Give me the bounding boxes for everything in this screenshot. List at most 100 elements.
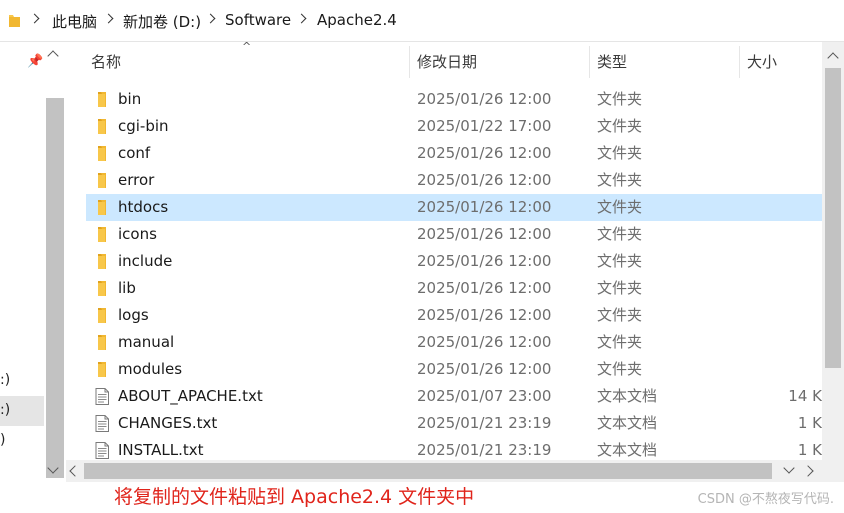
file-row[interactable]: modules 2025/01/26 12:00 文件夹 xyxy=(86,356,822,383)
file-date: 2025/01/07 23:00 xyxy=(417,387,552,405)
file-name: manual xyxy=(118,333,175,351)
navigation-pane[interactable]: 📌 :) :) ) xyxy=(0,42,66,482)
chevron-right-icon[interactable] xyxy=(103,13,114,24)
file-size xyxy=(747,113,822,140)
file-name: INSTALL.txt xyxy=(118,441,204,459)
file-date: 2025/01/26 12:00 xyxy=(417,225,552,243)
folder-icon xyxy=(94,307,110,324)
file-name: conf xyxy=(118,144,151,162)
nav-item-drive-other[interactable]: ) xyxy=(0,432,5,448)
horizontal-scrollbar[interactable] xyxy=(66,460,844,482)
file-name: include xyxy=(118,252,173,270)
file-size: 1 K xyxy=(797,414,822,432)
breadcrumb-this-pc[interactable]: 此电脑 xyxy=(52,11,97,32)
file-size xyxy=(747,302,822,329)
column-size[interactable]: 大小 xyxy=(747,42,777,82)
breadcrumb-software[interactable]: Software xyxy=(225,11,291,29)
file-type: 文件夹 xyxy=(597,117,643,135)
folder-icon xyxy=(94,334,110,351)
file-row[interactable]: htdocs 2025/01/26 12:00 文件夹 xyxy=(86,194,822,221)
file-size xyxy=(747,221,822,248)
address-bar[interactable]: 此电脑 新加卷 (D:) Software Apache2.4 xyxy=(0,0,844,42)
file-type: 文本文档 xyxy=(597,441,658,459)
folder-icon xyxy=(94,253,110,270)
vertical-scrollbar-thumb[interactable] xyxy=(825,68,841,368)
file-date: 2025/01/26 12:00 xyxy=(417,90,552,108)
file-size xyxy=(747,194,822,221)
file-row[interactable]: logs 2025/01/26 12:00 文件夹 xyxy=(86,302,822,329)
file-size xyxy=(747,248,822,275)
sort-ascending-icon: ^ xyxy=(242,40,252,53)
file-name: error xyxy=(118,171,155,189)
pin-icon[interactable]: 📌 xyxy=(27,54,43,69)
file-row[interactable]: conf 2025/01/26 12:00 文件夹 xyxy=(86,140,822,167)
nav-scrollbar-thumb[interactable] xyxy=(46,98,64,478)
breadcrumb-drive[interactable]: 新加卷 (D:) xyxy=(123,11,201,32)
vertical-scrollbar[interactable] xyxy=(822,42,844,460)
file-row[interactable]: manual 2025/01/26 12:00 文件夹 xyxy=(86,329,822,356)
file-name: logs xyxy=(118,306,149,324)
file-size xyxy=(747,167,822,194)
file-name: icons xyxy=(118,225,157,243)
file-type: 文件夹 xyxy=(597,252,643,270)
watermark: CSDN @不熬夜写代码. xyxy=(697,492,834,507)
file-size: 14 K xyxy=(788,387,822,405)
file-size xyxy=(747,275,822,302)
scroll-up-icon[interactable] xyxy=(47,50,59,62)
column-divider[interactable] xyxy=(589,46,590,78)
file-type: 文本文档 xyxy=(597,414,658,432)
file-row[interactable]: ABOUT_APACHE.txt 2025/01/07 23:00 文本文档 14 K xyxy=(86,383,822,410)
file-row[interactable]: include 2025/01/26 12:00 文件夹 xyxy=(86,248,822,275)
file-row[interactable]: INSTALL.txt 2025/01/21 23:19 文本文档 1 K xyxy=(86,437,822,461)
file-type: 文件夹 xyxy=(597,144,643,162)
folder-icon xyxy=(94,145,110,162)
folder-icon xyxy=(94,172,110,189)
file-name: lib xyxy=(118,279,136,297)
folder-icon xyxy=(94,199,110,216)
file-type: 文件夹 xyxy=(597,306,643,324)
nav-item-drive-d[interactable]: :) xyxy=(0,396,44,426)
column-date[interactable]: 修改日期 xyxy=(417,42,477,82)
file-type: 文本文档 xyxy=(597,387,658,405)
file-size xyxy=(747,356,822,383)
text-file-icon xyxy=(94,388,110,405)
chevron-right-icon[interactable] xyxy=(29,13,40,24)
file-type: 文件夹 xyxy=(597,171,643,189)
scroll-left-icon[interactable] xyxy=(69,465,81,477)
nav-item-label: :) xyxy=(0,402,11,418)
file-row[interactable]: bin 2025/01/26 12:00 文件夹 xyxy=(86,86,822,113)
file-date: 2025/01/26 12:00 xyxy=(417,333,552,351)
file-type: 文件夹 xyxy=(597,90,643,108)
chevron-right-icon[interactable] xyxy=(205,13,216,24)
column-type[interactable]: 类型 xyxy=(597,42,627,82)
breadcrumb-apache[interactable]: Apache2.4 xyxy=(317,11,397,29)
file-date: 2025/01/26 12:00 xyxy=(417,306,552,324)
column-divider[interactable] xyxy=(739,46,740,78)
text-file-icon xyxy=(94,442,110,459)
file-row[interactable]: icons 2025/01/26 12:00 文件夹 xyxy=(86,221,822,248)
folder-icon xyxy=(94,280,110,297)
column-name[interactable]: 名称 xyxy=(91,42,121,82)
folder-icon xyxy=(9,15,20,27)
instruction-caption: 将复制的文件粘贴到 Apache2.4 文件夹中 xyxy=(114,486,475,508)
file-row[interactable]: error 2025/01/26 12:00 文件夹 xyxy=(86,167,822,194)
file-size xyxy=(747,140,822,167)
file-list[interactable]: bin 2025/01/26 12:00 文件夹 cgi-bin 2025/01/22 … xyxy=(86,86,822,461)
column-divider[interactable] xyxy=(409,46,410,78)
file-type: 文件夹 xyxy=(597,198,643,216)
file-row[interactable]: lib 2025/01/26 12:00 文件夹 xyxy=(86,275,822,302)
file-type: 文件夹 xyxy=(597,360,643,378)
scroll-right-icon[interactable] xyxy=(802,465,814,477)
folder-icon xyxy=(94,118,110,135)
column-header: ^ 名称 修改日期 类型 大小 xyxy=(66,40,822,82)
scroll-up-icon[interactable] xyxy=(827,52,839,64)
file-size xyxy=(747,329,822,356)
file-row[interactable]: CHANGES.txt 2025/01/21 23:19 文本文档 1 K xyxy=(86,410,822,437)
chevron-right-icon[interactable] xyxy=(296,13,307,24)
file-row[interactable]: cgi-bin 2025/01/22 17:00 文件夹 xyxy=(86,113,822,140)
file-name: cgi-bin xyxy=(118,117,169,135)
file-date: 2025/01/26 12:00 xyxy=(417,144,552,162)
horizontal-scrollbar-thumb[interactable] xyxy=(84,463,772,479)
nav-item-drive-c[interactable]: :) xyxy=(0,372,10,388)
scroll-down-icon[interactable] xyxy=(783,462,795,474)
